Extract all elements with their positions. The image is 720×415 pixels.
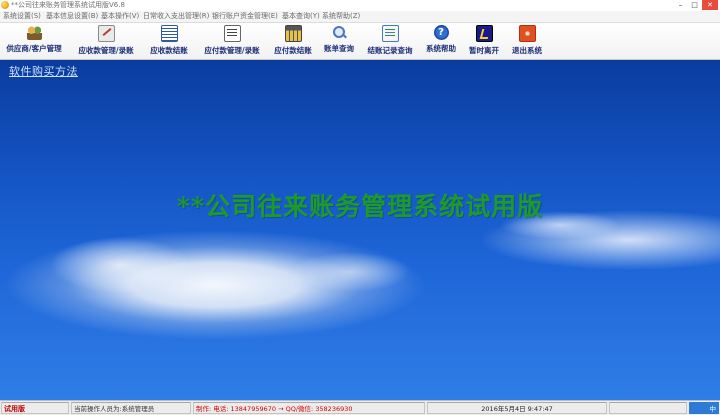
contact-qq: QQ/微信: 358236930 bbox=[285, 405, 353, 413]
payable-entry-button[interactable]: 应付款管理/录账 bbox=[197, 24, 267, 58]
menu-basic-info-settings[interactable]: 基本信息设置(B) bbox=[46, 11, 98, 22]
date-time: 2016年5月4日 9:47:47 bbox=[427, 402, 607, 414]
bill-query-button[interactable]: 账单查询 bbox=[319, 24, 359, 58]
app-icon bbox=[1, 1, 9, 9]
window-title: **公司往来账务管理系统试用版V6.8 bbox=[11, 1, 125, 9]
toolbar-label: 应收款管理/录账 bbox=[78, 46, 134, 55]
temporary-leave-button[interactable]: 暂时离开 bbox=[464, 24, 504, 58]
leave-icon bbox=[475, 25, 493, 42]
supplier-customer-button[interactable]: 供应商/客户管理 bbox=[1, 24, 67, 58]
receivable-settle-button[interactable]: 应收款结账 bbox=[145, 24, 193, 58]
toolbar: 供应商/客户管理 应收款管理/录账 应收款结账 应付款管理/录账 应付款结账 账… bbox=[0, 23, 720, 60]
receivable-entry-button[interactable]: 应收款管理/录账 bbox=[71, 24, 141, 58]
toolbar-label: 暂时离开 bbox=[469, 46, 499, 55]
menu-basic-operations[interactable]: 基本操作(V) bbox=[101, 11, 139, 22]
system-banner-title: **公司往来账务管理系统试用版 bbox=[176, 192, 544, 221]
toolbar-label: 应收款结账 bbox=[150, 46, 188, 55]
maximize-button[interactable]: □ bbox=[688, 0, 701, 10]
toolbar-label: 应付款结账 bbox=[274, 46, 312, 55]
menu-basic-query[interactable]: 基本查询(Y) bbox=[282, 11, 320, 22]
current-operator: 当前操作人员为:系统管理员 bbox=[71, 402, 191, 414]
settle-record-query-button[interactable]: 结账记录查询 bbox=[362, 24, 418, 58]
contact-phone: 制作: 电话: 13847959670 → bbox=[196, 405, 284, 413]
purchase-method-link[interactable]: 软件购买方法 bbox=[9, 63, 78, 79]
exit-icon bbox=[518, 25, 536, 42]
contact-info: 制作: 电话: 13847959670 → QQ/微信: 358236930 bbox=[193, 402, 425, 414]
desktop-background: 软件购买方法 **公司往来账务管理系统试用版 bbox=[0, 60, 720, 400]
minimize-button[interactable]: – bbox=[674, 0, 687, 10]
system-help-button[interactable]: ? 系统帮助 bbox=[421, 24, 461, 58]
toolbar-label: 应付款管理/录账 bbox=[204, 46, 260, 55]
toolbar-label: 结账记录查询 bbox=[367, 46, 413, 55]
menu-system-help[interactable]: 系统帮助(Z) bbox=[322, 11, 360, 22]
toolbar-label: 供应商/客户管理 bbox=[6, 44, 62, 53]
exit-system-button[interactable]: 退出系统 bbox=[507, 24, 547, 58]
toolbar-label: 账单查询 bbox=[324, 44, 354, 53]
help-icon: ? bbox=[433, 25, 449, 40]
status-spare bbox=[609, 402, 687, 414]
users-icon bbox=[26, 25, 42, 40]
menu-system-settings[interactable]: 系统设置(S) bbox=[3, 11, 41, 22]
ime-indicator[interactable]: 中 bbox=[689, 402, 719, 414]
calculator-icon bbox=[284, 25, 302, 42]
trial-badge: 试用版 bbox=[1, 402, 69, 414]
menu-bar: 系统设置(S) 基本信息设置(B) 基本操作(V) 日常收入支出管理(R) 银行… bbox=[0, 11, 720, 23]
menu-daily-income-expense[interactable]: 日常收入支出管理(R) bbox=[143, 11, 209, 22]
close-button[interactable]: ✕ bbox=[702, 0, 718, 10]
toolbar-label: 退出系统 bbox=[512, 46, 542, 55]
record-icon bbox=[381, 25, 399, 42]
status-bar: 试用版 当前操作人员为:系统管理员 制作: 电话: 13847959670 → … bbox=[0, 400, 720, 415]
payable-settle-button[interactable]: 应付款结账 bbox=[270, 24, 316, 58]
magnifier-icon bbox=[332, 25, 347, 40]
form-icon bbox=[223, 25, 241, 42]
grid-icon bbox=[160, 25, 178, 42]
menu-bank-account-funds[interactable]: 银行账户资金管理(E) bbox=[212, 11, 278, 22]
toolbar-label: 系统帮助 bbox=[426, 44, 456, 53]
edit-icon bbox=[97, 25, 115, 42]
